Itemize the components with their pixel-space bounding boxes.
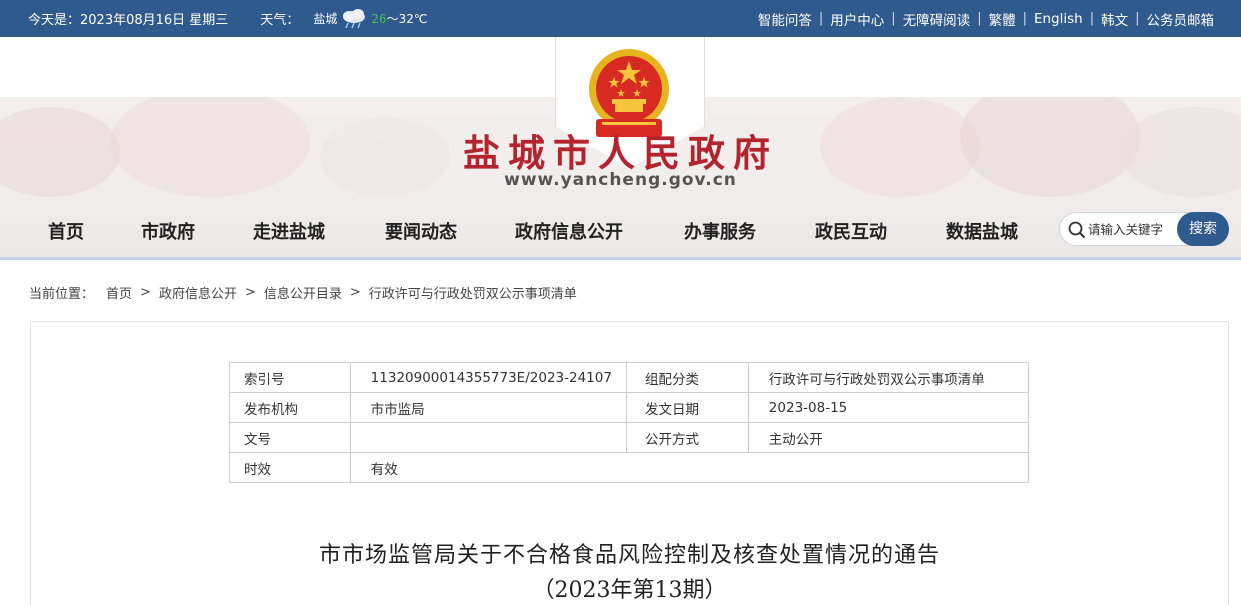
breadcrumb-current[interactable]: 行政许可与行政处罚双公示事项清单 bbox=[369, 283, 577, 302]
meta-key-index: 索引号 bbox=[229, 362, 351, 393]
meta-value-index: 11320900014355773E/2023-24107 bbox=[349, 362, 627, 393]
document-subtitle: （2023年第13期） bbox=[532, 578, 727, 603]
meta-value-category: 行政许可与行政处罚双公示事项清单 bbox=[747, 362, 1030, 393]
nav-item-interaction[interactable]: 政民互动 bbox=[815, 218, 887, 244]
meta-key-publisher: 发布机构 bbox=[229, 392, 351, 423]
nav-item-news[interactable]: 要闻动态 bbox=[385, 218, 457, 244]
link-korean[interactable]: 韩文 bbox=[1094, 9, 1135, 29]
search-box: 搜索 bbox=[1059, 212, 1229, 246]
document-meta-table: 索引号 11320900014355773E/2023-24107 组配分类 行… bbox=[229, 362, 1030, 483]
main-nav: 首页 市政府 走进盐城 要闻动态 政府信息公开 办事服务 政民互动 数据盐城 bbox=[0, 200, 1241, 260]
temp-low: 26 bbox=[371, 12, 387, 26]
document-title: 市市场监管局关于不合格食品风险控制及核查处置情况的通告 bbox=[318, 543, 940, 568]
link-accessible-reading[interactable]: 无障碍阅读 bbox=[896, 9, 978, 29]
top-bar: 今天是：2023年08月16日 星期三 天气： 盐城 26～32℃ 智能问答 | … bbox=[0, 0, 1241, 37]
breadcrumb-label: 当前位置： bbox=[29, 287, 95, 302]
meta-key-category: 组配分类 bbox=[625, 362, 749, 393]
meta-key-date: 发文日期 bbox=[625, 392, 749, 423]
breadcrumb-separator: > bbox=[349, 285, 361, 300]
meta-key-validity: 时效 bbox=[229, 452, 351, 483]
nav-item-services[interactable]: 办事服务 bbox=[684, 218, 756, 244]
temp-high: ～32℃ bbox=[386, 12, 428, 26]
link-smart-qa[interactable]: 智能问答 bbox=[751, 9, 819, 29]
meta-row: 文号 公开方式 主动公开 bbox=[229, 422, 1030, 453]
meta-row: 发布机构 市市监局 发文日期 2023-08-15 bbox=[229, 392, 1030, 423]
meta-key-mode: 公开方式 bbox=[625, 422, 749, 453]
link-user-center[interactable]: 用户中心 bbox=[823, 9, 891, 29]
breadcrumb: 当前位置： 首页 > 政府信息公开 > 信息公开目录 > 行政许可与行政处罚双公… bbox=[29, 283, 577, 302]
weather-widget: 天气： 盐城 26～32℃ bbox=[260, 8, 427, 30]
meta-key-docno: 文号 bbox=[229, 422, 351, 453]
breadcrumb-home[interactable]: 首页 bbox=[106, 283, 132, 302]
site-url: www.yancheng.gov.cn bbox=[504, 170, 737, 190]
site-title: 盐城市人民政府 bbox=[463, 131, 778, 175]
date-text: 今天是：2023年08月16日 星期三 bbox=[28, 13, 229, 28]
weather-city: 盐城 bbox=[313, 12, 338, 26]
nav-item-about-yancheng[interactable]: 走进盐城 bbox=[253, 218, 325, 244]
rain-cloud-icon bbox=[339, 8, 369, 30]
search-input[interactable] bbox=[1088, 219, 1178, 241]
link-traditional-chinese[interactable]: 繁體 bbox=[982, 9, 1023, 29]
top-links: 智能问答 | 用户中心 | 无障碍阅读 | 繁體 | English | 韩文 | 公务员邮… bbox=[751, 0, 1221, 37]
meta-value-date: 2023-08-15 bbox=[747, 392, 1030, 423]
meta-value-mode: 主动公开 bbox=[747, 422, 1030, 453]
meta-row: 索引号 11320900014355773E/2023-24107 组配分类 行… bbox=[229, 362, 1030, 393]
search-icon bbox=[1068, 221, 1086, 239]
meta-value-validity: 有效 bbox=[349, 452, 1030, 483]
weather-label: 天气： bbox=[260, 13, 300, 28]
meta-row: 时效 有效 bbox=[229, 452, 1030, 483]
nav-item-info-disclosure[interactable]: 政府信息公开 bbox=[515, 218, 623, 244]
meta-value-docno bbox=[349, 422, 627, 453]
breadcrumb-info-disclosure[interactable]: 政府信息公开 bbox=[159, 283, 237, 302]
meta-value-publisher: 市市监局 bbox=[349, 392, 627, 423]
breadcrumb-info-catalog[interactable]: 信息公开目录 bbox=[264, 283, 342, 302]
link-civil-servant-mail[interactable]: 公务员邮箱 bbox=[1140, 9, 1222, 29]
nav-item-home[interactable]: 首页 bbox=[48, 218, 84, 244]
nav-item-city-government[interactable]: 市政府 bbox=[141, 218, 195, 244]
breadcrumb-separator: > bbox=[140, 285, 151, 300]
nav-item-data-yancheng[interactable]: 数据盐城 bbox=[946, 218, 1018, 244]
weather-temp: 26～32℃ bbox=[371, 10, 427, 27]
link-english[interactable]: English bbox=[1027, 11, 1090, 27]
search-button[interactable]: 搜索 bbox=[1177, 212, 1229, 246]
breadcrumb-separator: > bbox=[244, 285, 256, 300]
